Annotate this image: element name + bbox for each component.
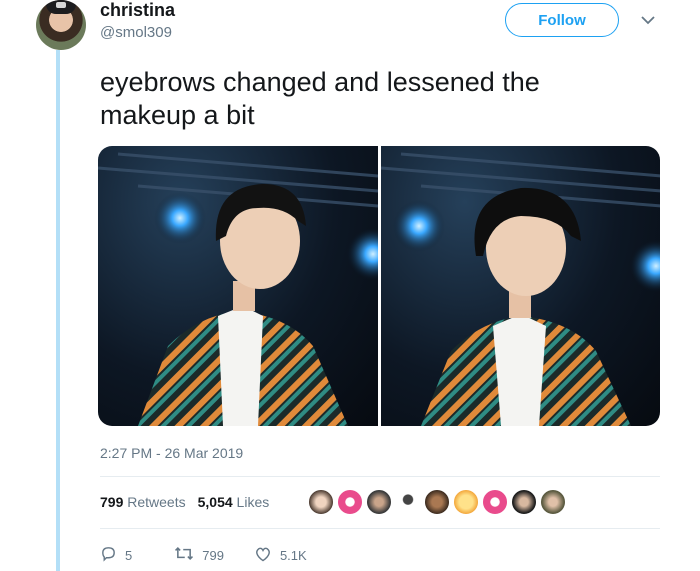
retweet-icon <box>174 545 194 565</box>
chevron-down-icon[interactable] <box>638 10 658 30</box>
divider-bottom <box>100 528 660 529</box>
liker-avatar[interactable] <box>453 489 479 515</box>
likes-count: 5,054 <box>197 494 233 510</box>
tweet-stats: 799 Retweets 5,054 Likes <box>100 494 269 510</box>
liker-avatar[interactable] <box>366 489 392 515</box>
avatar[interactable] <box>36 0 86 50</box>
tweet-text-line-2: makeup a bit <box>100 100 255 130</box>
thread-line <box>56 50 60 571</box>
reply-icon <box>100 545 117 565</box>
tweet-text-line-1: eyebrows changed and lessened the <box>100 67 540 97</box>
photo-right[interactable] <box>380 146 660 426</box>
avatar-cap-logo <box>56 2 66 8</box>
retweet-count: 799 <box>202 547 224 563</box>
retweets-count: 799 <box>100 494 124 510</box>
liker-avatar[interactable] <box>337 489 363 515</box>
likers-avatars <box>308 489 566 515</box>
reply-count: 5 <box>125 547 133 563</box>
tweet-timestamp[interactable]: 2:27 PM - 26 Mar 2019 <box>100 445 243 461</box>
author-display-name[interactable]: christina <box>100 0 175 21</box>
liker-avatar[interactable] <box>540 489 566 515</box>
photo-left[interactable] <box>98 146 378 426</box>
likes-label: Likes <box>236 494 270 510</box>
liker-avatar[interactable] <box>308 489 334 515</box>
author-handle[interactable]: @smol309 <box>100 24 172 41</box>
divider-top <box>100 476 660 477</box>
liker-avatar[interactable] <box>395 489 421 515</box>
retweets-stat[interactable]: 799 Retweets <box>100 494 186 510</box>
follow-button[interactable]: Follow <box>505 3 619 37</box>
like-icon <box>254 546 272 565</box>
retweets-label: Retweets <box>127 494 186 510</box>
like-action[interactable]: 5.1K <box>254 545 307 565</box>
liker-avatar[interactable] <box>511 489 537 515</box>
retweet-action[interactable]: 799 <box>174 545 224 565</box>
reply-action[interactable]: 5 <box>100 545 132 565</box>
like-count: 5.1K <box>279 547 307 563</box>
liker-avatar[interactable] <box>482 489 508 515</box>
tweet-actions: 5 799 5.1K <box>100 545 337 565</box>
liker-avatar[interactable] <box>424 489 450 515</box>
likes-stat[interactable]: 5,054 Likes <box>198 494 270 510</box>
tweet-text: eyebrows changed and lessened the makeup… <box>100 66 660 132</box>
tweet-media[interactable] <box>98 146 660 426</box>
